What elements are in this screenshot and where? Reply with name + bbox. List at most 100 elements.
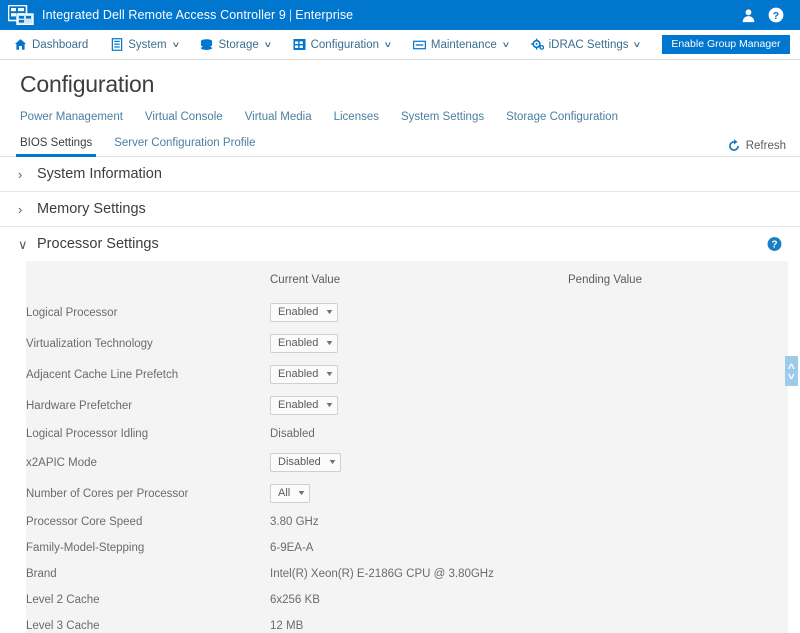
nav-item-system[interactable]: System ∨	[110, 30, 178, 59]
row-pending-level-3-cache	[568, 613, 788, 633]
tab-bios-settings[interactable]: BIOS Settings	[20, 130, 92, 156]
table-row: Family-Model-Stepping 6-9EA-A	[26, 535, 788, 561]
row-pending-processor-core-speed	[568, 509, 788, 535]
row-current-adjacent-cache-line-prefetch: Enabled ▼	[270, 359, 568, 390]
chevron-up-icon[interactable]: ∧	[787, 362, 797, 370]
row-current-x2apic-mode: Disabled ▼	[270, 447, 568, 478]
chevron-down-icon: ∨	[263, 40, 272, 49]
chevron-right-icon: ›	[18, 168, 28, 181]
accordion-header-processor-settings[interactable]: ∨ Processor Settings ?	[0, 227, 800, 261]
select-adjacent-cache-line-prefetch[interactable]: Enabled ▼	[270, 365, 338, 384]
row-pending-virtualization-technology	[568, 328, 788, 359]
processor-settings-table: Current Value Pending Value Logical Proc…	[26, 271, 788, 633]
help-circle-icon[interactable]: ?	[768, 7, 784, 23]
row-label-virtualization-technology: Virtualization Technology	[26, 328, 270, 359]
refresh-icon	[727, 139, 741, 153]
row-current-number-of-cores-per-processor: All ▼	[270, 478, 568, 509]
tab-virtual-media[interactable]: Virtual Media	[245, 104, 312, 130]
row-current-virtualization-technology: Enabled ▼	[270, 328, 568, 359]
row-current-logical-processor-idling: Disabled	[270, 421, 568, 447]
chevron-down-icon: ▼	[325, 309, 335, 316]
chevron-down-icon: ∨	[501, 40, 510, 49]
nav-item-storage[interactable]: Storage ∨	[200, 30, 270, 59]
svg-text:?: ?	[773, 10, 779, 22]
column-header-current-value: Current Value	[270, 271, 568, 297]
home-icon	[14, 38, 27, 51]
nav-item-dashboard[interactable]: Dashboard	[14, 30, 88, 59]
row-pending-family-model-stepping	[568, 535, 788, 561]
select-hardware-prefetcher[interactable]: Enabled ▼	[270, 396, 338, 415]
tab-storage-configuration[interactable]: Storage Configuration	[506, 104, 618, 130]
row-label-hardware-prefetcher: Hardware Prefetcher	[26, 390, 270, 421]
tab-system-settings[interactable]: System Settings	[401, 104, 484, 130]
tab-licenses[interactable]: Licenses	[334, 104, 379, 130]
row-pending-hardware-prefetcher	[568, 390, 788, 421]
svg-text:?: ?	[771, 240, 777, 251]
select-value: Disabled	[278, 457, 321, 468]
tab-server-configuration-profile[interactable]: Server Configuration Profile	[114, 130, 255, 156]
select-value: Enabled	[278, 400, 318, 411]
enable-group-manager-button[interactable]: Enable Group Manager	[662, 35, 789, 55]
table-body: Logical Processor Enabled ▼ Virtualizati…	[26, 297, 788, 633]
row-current-brand: Intel(R) Xeon(R) E-2186G CPU @ 3.80GHz	[270, 561, 568, 587]
row-label-x2apic-mode: x2APIC Mode	[26, 447, 270, 478]
toolbox-icon	[413, 38, 426, 51]
scroll-to-control[interactable]: ∧ ∨	[785, 356, 798, 386]
chevron-down-icon: ▼	[325, 371, 335, 378]
chevron-down-icon: ∨	[633, 40, 642, 49]
brand-bar-actions: ?	[740, 7, 790, 23]
row-label-number-of-cores-per-processor: Number of Cores per Processor	[26, 478, 270, 509]
table-header-row: Current Value Pending Value	[26, 271, 788, 297]
row-pending-brand	[568, 561, 788, 587]
nav-item-configuration[interactable]: Configuration ∨	[293, 30, 391, 59]
main-navigation: Dashboard System ∨ Storage ∨ Configurati…	[0, 30, 800, 60]
gear-icon	[531, 38, 544, 51]
help-circle-icon[interactable]: ?	[767, 237, 782, 252]
user-icon[interactable]	[740, 7, 756, 23]
accordion-title-processor-settings: Processor Settings	[37, 236, 159, 252]
tab-power-management[interactable]: Power Management	[20, 104, 123, 130]
page-body: Configuration Power Management Virtual C…	[0, 60, 800, 633]
select-x2apic-mode[interactable]: Disabled ▼	[270, 453, 341, 472]
nav-item-dashboard-label: Dashboard	[32, 39, 88, 51]
chevron-down-icon: ▼	[325, 402, 335, 409]
accordion-header-memory-settings[interactable]: › Memory Settings	[0, 192, 800, 227]
nav-item-maintenance[interactable]: Maintenance ∨	[413, 30, 509, 59]
row-label-level-3-cache: Level 3 Cache	[26, 613, 270, 633]
nav-right-actions: Enable Group Manager	[662, 35, 800, 55]
row-label-brand: Brand	[26, 561, 270, 587]
row-label-processor-core-speed: Processor Core Speed	[26, 509, 270, 535]
row-label-adjacent-cache-line-prefetch: Adjacent Cache Line Prefetch	[26, 359, 270, 390]
select-number-of-cores-per-processor[interactable]: All ▼	[270, 484, 310, 503]
nav-item-system-label: System	[128, 39, 166, 51]
brand-title: Integrated Dell Remote Access Controller…	[42, 8, 353, 22]
accordion-title-memory-settings: Memory Settings	[37, 201, 146, 217]
page-title: Configuration	[0, 60, 800, 104]
server-icon	[110, 38, 123, 51]
accordion-title-system-information: System Information	[37, 166, 162, 182]
select-value: Enabled	[278, 338, 318, 349]
refresh-button[interactable]: Refresh	[727, 139, 786, 153]
nav-item-maintenance-label: Maintenance	[431, 39, 497, 51]
tab-virtual-console[interactable]: Virtual Console	[145, 104, 223, 130]
row-current-processor-core-speed: 3.80 GHz	[270, 509, 568, 535]
row-label-logical-processor: Logical Processor	[26, 297, 270, 328]
select-logical-processor[interactable]: Enabled ▼	[270, 303, 338, 322]
row-pending-x2apic-mode	[568, 447, 788, 478]
accordion-header-system-information[interactable]: › System Information	[0, 157, 800, 192]
select-virtualization-technology[interactable]: Enabled ▼	[270, 334, 338, 353]
nav-item-configuration-label: Configuration	[311, 39, 379, 51]
row-current-level-2-cache: 6x256 KB	[270, 587, 568, 613]
row-current-hardware-prefetcher: Enabled ▼	[270, 390, 568, 421]
row-label-level-2-cache: Level 2 Cache	[26, 587, 270, 613]
processor-settings-panel: Current Value Pending Value Logical Proc…	[26, 261, 788, 633]
table-row: Level 2 Cache 6x256 KB	[26, 587, 788, 613]
nav-item-idrac-settings[interactable]: iDRAC Settings ∨	[531, 30, 641, 59]
select-value: All	[278, 488, 290, 499]
brand-title-text: Integrated Dell Remote Access Controller…	[42, 8, 286, 22]
column-header-pending-value: Pending Value	[568, 271, 788, 297]
chevron-down-icon: ▼	[325, 340, 335, 347]
dell-server-logo-icon	[8, 5, 34, 25]
chevron-down-icon[interactable]: ∨	[787, 372, 797, 380]
row-pending-level-2-cache	[568, 587, 788, 613]
